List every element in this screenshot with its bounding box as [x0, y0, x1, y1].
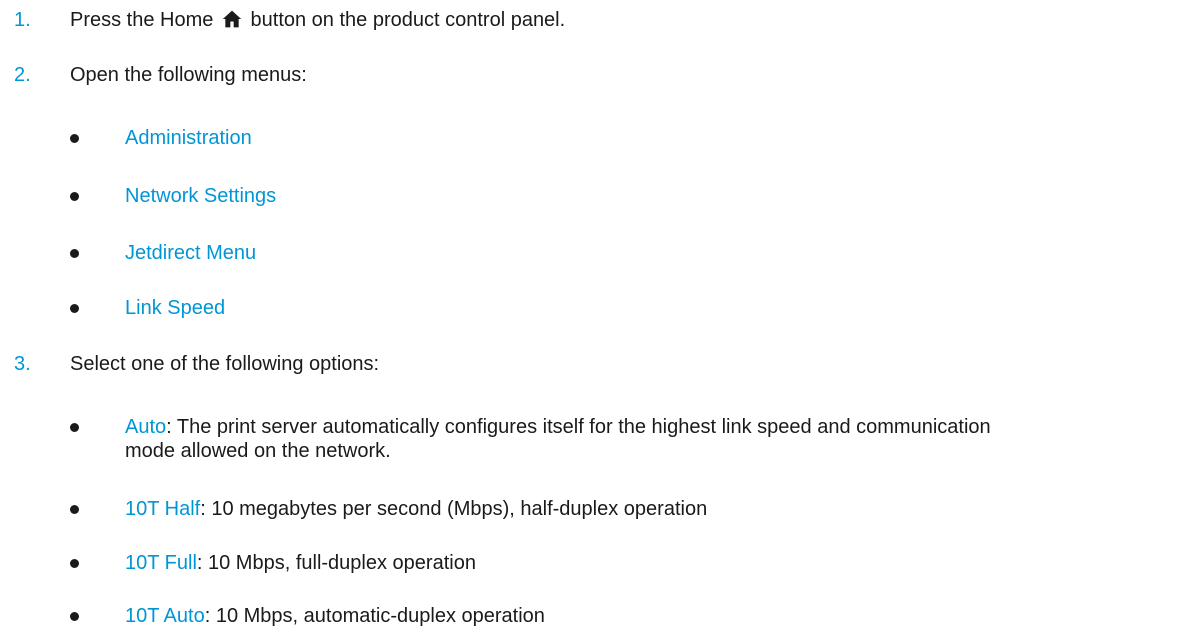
- menu-link-administration[interactable]: Administration: [125, 126, 1165, 150]
- bullet-dot: [70, 559, 79, 568]
- option-link-10t-half[interactable]: 10T Half: [125, 498, 200, 520]
- bullet-dot: [70, 134, 79, 143]
- bullet-dot: [70, 423, 79, 432]
- option-body: 10T Full: 10 Mbps, full-duplex operation: [125, 551, 1165, 575]
- option-desc: : 10 megabytes per second (Mbps), half-d…: [200, 498, 708, 520]
- bullet-dot: [70, 505, 79, 514]
- bullet-dot: [70, 249, 79, 258]
- option-body: 10T Auto: 10 Mbps, automatic-duplex oper…: [125, 604, 1165, 628]
- step-text: Press the Home button on the product con…: [70, 8, 565, 32]
- step-text-after: button on the product control panel.: [250, 9, 566, 31]
- option-body: Auto: The print server automatically con…: [125, 415, 1165, 463]
- home-icon: [222, 10, 242, 28]
- bullet-dot: [70, 304, 79, 313]
- menu-link-network-settings[interactable]: Network Settings: [125, 184, 1165, 208]
- option-link-10t-full[interactable]: 10T Full: [125, 552, 197, 574]
- option-desc: : 10 Mbps, full-duplex operation: [196, 552, 476, 574]
- step-text: Select one of the following options:: [70, 353, 380, 375]
- document-page: 1. Press the Home button on the product …: [0, 0, 1184, 632]
- step-text: Open the following menus:: [70, 64, 307, 86]
- option-body: 10T Half: 10 megabytes per second (Mbps)…: [125, 497, 1165, 521]
- option-link-10t-auto[interactable]: 10T Auto: [125, 605, 205, 627]
- bullet-dot: [70, 612, 79, 621]
- menu-link-jetdirect-menu[interactable]: Jetdirect Menu: [125, 241, 1165, 265]
- step-number: 3.: [14, 353, 31, 375]
- bullet-dot: [70, 192, 79, 201]
- option-desc-continued: mode allowed on the network.: [125, 440, 391, 462]
- option-desc: : The print server automatically configu…: [166, 416, 991, 438]
- step-number: 1.: [14, 9, 31, 31]
- option-desc: : 10 Mbps, automatic-duplex operation: [204, 605, 545, 627]
- step-text-before: Press the Home: [70, 9, 214, 31]
- option-link-auto[interactable]: Auto: [125, 416, 166, 438]
- step-number: 2.: [14, 64, 31, 86]
- menu-link-link-speed[interactable]: Link Speed: [125, 296, 1165, 320]
